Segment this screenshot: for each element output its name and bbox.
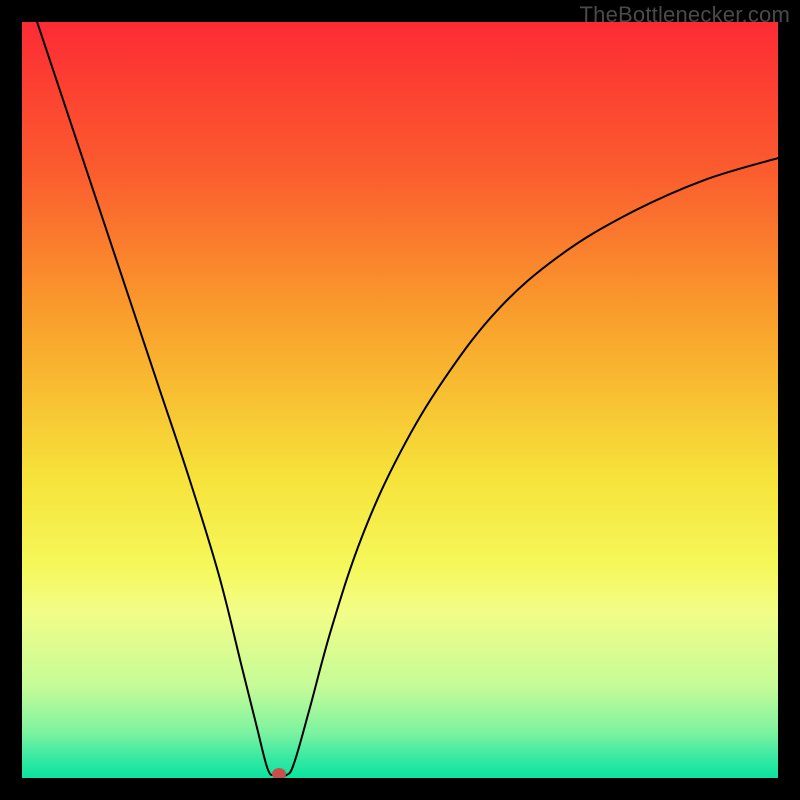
watermark-text: TheBottlenecker.com [580, 2, 790, 28]
plot-area [22, 22, 778, 778]
chart-frame: TheBottlenecker.com [0, 0, 800, 800]
gradient-background [22, 22, 778, 778]
bottleneck-chart [22, 22, 778, 778]
